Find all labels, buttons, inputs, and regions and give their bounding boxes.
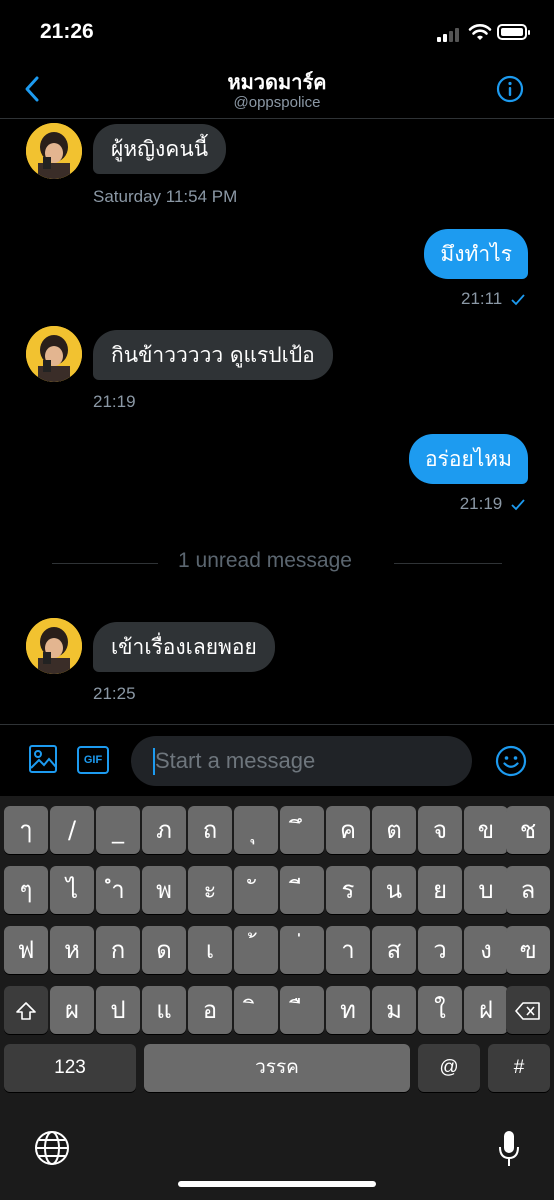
key[interactable]: ไ xyxy=(50,866,94,914)
key[interactable]: _ xyxy=(96,806,140,854)
info-icon[interactable] xyxy=(496,75,524,103)
key[interactable]: พ xyxy=(142,866,186,914)
key[interactable]: เ xyxy=(188,926,232,974)
message-timestamp: 21:11 xyxy=(461,289,525,309)
key[interactable]: ำ xyxy=(96,866,140,914)
key[interactable]: ส xyxy=(372,926,416,974)
key[interactable]: ด xyxy=(142,926,186,974)
unread-divider-label: 1 unread message xyxy=(178,549,352,572)
gif-button[interactable]: GIF xyxy=(77,746,109,774)
key[interactable]: / xyxy=(50,806,94,854)
key[interactable]: ท xyxy=(326,986,370,1034)
wifi-icon xyxy=(468,24,492,40)
cellular-signal-icon xyxy=(437,26,463,42)
header-divider xyxy=(0,118,554,119)
key[interactable]: ี xyxy=(280,866,324,914)
unread-divider-line xyxy=(52,563,158,564)
key[interactable]: ค xyxy=(326,806,370,854)
key[interactable]: ใ xyxy=(418,986,462,1034)
backspace-key[interactable] xyxy=(506,986,550,1034)
message-timestamp: 21:25 xyxy=(93,684,136,703)
shift-key[interactable] xyxy=(4,986,48,1034)
key[interactable]: ่ xyxy=(280,926,324,974)
compose-divider xyxy=(0,724,554,725)
key[interactable]: ต xyxy=(372,806,416,854)
message-bubble-incoming[interactable]: ผู้หญิงคนนี้ xyxy=(93,124,227,174)
sent-check-icon xyxy=(511,498,525,510)
conversation-handle[interactable]: @oppspolice xyxy=(0,94,554,111)
key[interactable]: ิ xyxy=(234,986,278,1034)
key[interactable]: ป xyxy=(96,986,140,1034)
key[interactable]: จ xyxy=(418,806,462,854)
message-bubble-incoming[interactable]: กินข้าววววว ดูแรปเป้อ xyxy=(93,330,333,380)
key[interactable]: ห xyxy=(50,926,94,974)
key[interactable]: ถ xyxy=(188,806,232,854)
key[interactable]: ง xyxy=(464,926,508,974)
message-bubble-outgoing[interactable]: อร่อยไหม xyxy=(408,434,528,484)
key[interactable]: บ xyxy=(464,866,508,914)
space-key[interactable]: วรรค xyxy=(144,1044,410,1092)
emoji-icon[interactable] xyxy=(495,745,527,777)
status-time: 21:26 xyxy=(40,20,94,43)
key[interactable]: ผ xyxy=(50,986,94,1034)
key[interactable]: ย xyxy=(418,866,462,914)
message-bubble-incoming[interactable]: เข้าเรื่องเลยพอย xyxy=(93,622,275,672)
backspace-icon xyxy=(515,1002,540,1020)
timestamp-text: 21:19 xyxy=(459,494,503,513)
key[interactable]: ล xyxy=(506,866,550,914)
key[interactable]: า xyxy=(326,926,370,974)
key[interactable]: ภ xyxy=(142,806,186,854)
key[interactable]: แ xyxy=(142,986,186,1034)
key[interactable]: ้ xyxy=(234,926,278,974)
text-caret xyxy=(153,748,155,775)
message-bubble-outgoing[interactable]: มึงทำไร xyxy=(424,229,528,279)
key[interactable]: ม xyxy=(372,986,416,1034)
message-input-placeholder: Start a message xyxy=(155,748,316,773)
image-icon[interactable] xyxy=(28,744,58,774)
microphone-icon[interactable] xyxy=(498,1130,520,1168)
key[interactable]: ว xyxy=(418,926,462,974)
key[interactable]: ั xyxy=(234,866,278,914)
sent-check-icon xyxy=(511,293,525,305)
key[interactable]: น xyxy=(372,866,416,914)
unread-divider-line xyxy=(394,563,502,564)
key[interactable]: ข xyxy=(464,806,508,854)
message-timestamp: 21:19 xyxy=(460,494,525,514)
key[interactable]: ฃ xyxy=(506,926,550,974)
avatar[interactable] xyxy=(26,123,82,179)
message-timestamp: 21:19 xyxy=(93,392,136,411)
key[interactable]: ช xyxy=(506,806,550,854)
globe-icon[interactable] xyxy=(34,1130,70,1166)
avatar[interactable] xyxy=(26,618,82,674)
hash-key[interactable]: # xyxy=(488,1044,550,1092)
timestamp-text: 21:11 xyxy=(460,289,503,308)
message-input[interactable]: Start a message xyxy=(131,736,472,786)
key[interactable]: ุ xyxy=(234,806,278,854)
key[interactable]: ๆ xyxy=(4,866,48,914)
key[interactable]: ก xyxy=(96,926,140,974)
numbers-key[interactable]: 123 xyxy=(4,1044,136,1092)
key[interactable]: ๅ xyxy=(4,806,48,854)
avatar[interactable] xyxy=(26,326,82,382)
key[interactable]: ะ xyxy=(188,866,232,914)
key[interactable]: ฟ xyxy=(4,926,48,974)
at-key[interactable]: @ xyxy=(418,1044,480,1092)
message-timestamp: Saturday 11:54 PM xyxy=(93,187,238,206)
key[interactable]: ึ xyxy=(280,806,324,854)
shift-icon xyxy=(16,1002,36,1020)
home-indicator[interactable] xyxy=(178,1181,376,1187)
battery-icon xyxy=(497,24,530,40)
key[interactable]: ร xyxy=(326,866,370,914)
key[interactable]: ฝ xyxy=(464,986,508,1034)
key[interactable]: อ xyxy=(188,986,232,1034)
key[interactable]: ื xyxy=(280,986,324,1034)
